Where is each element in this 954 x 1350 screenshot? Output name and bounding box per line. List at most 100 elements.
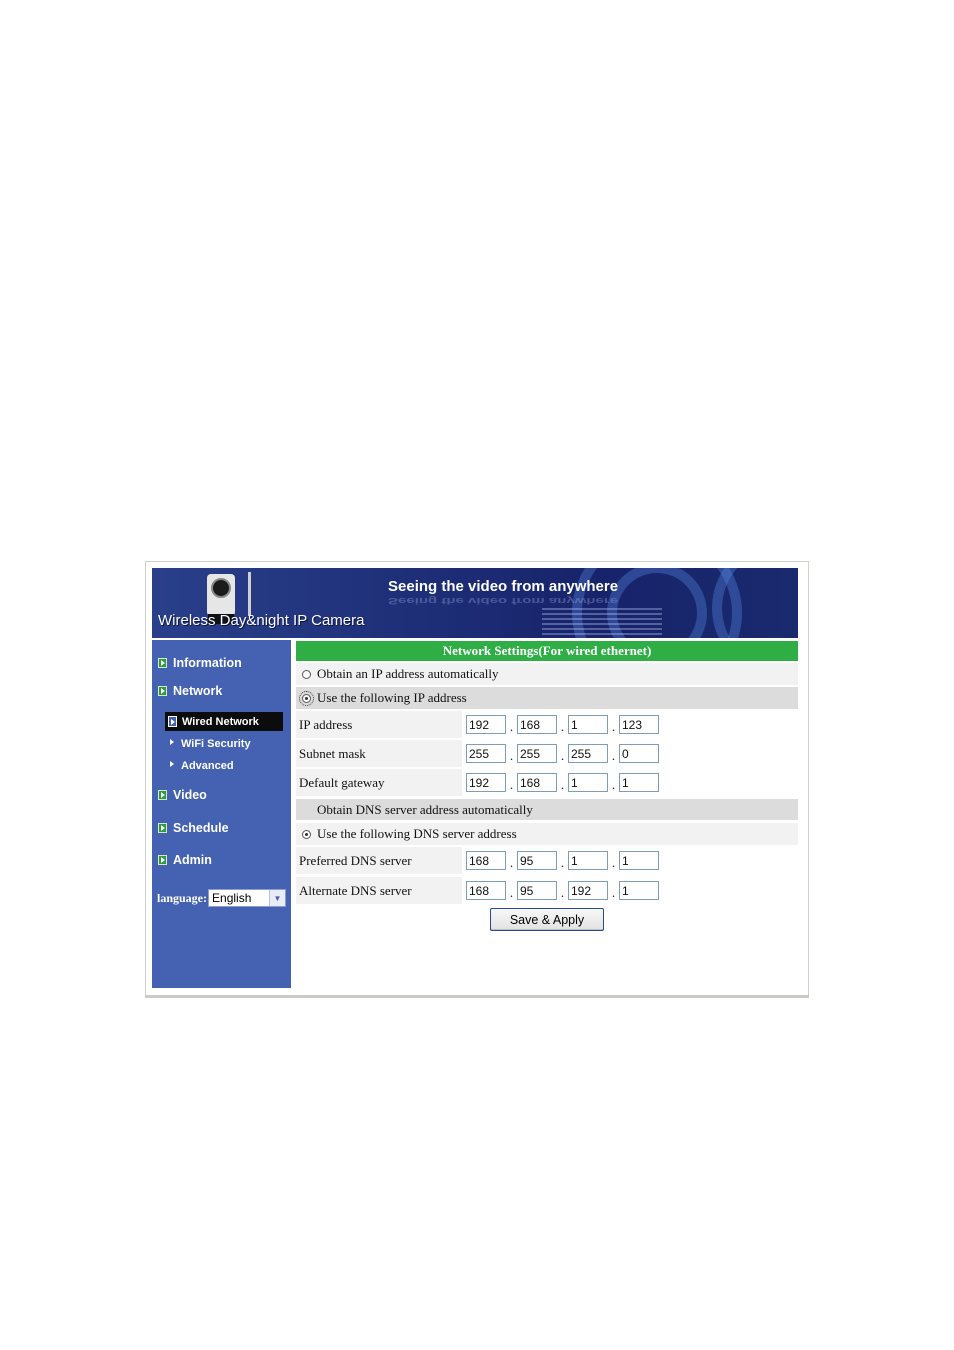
save-row: Save & Apply xyxy=(296,908,798,931)
language-select[interactable]: English ▼ xyxy=(208,889,287,907)
frame-bottom-edge xyxy=(145,995,809,998)
preferred-dns-field-group: 168. 95. 1. 1 xyxy=(462,847,798,874)
default-gateway-row: Default gateway 192. 168. 1. 1 xyxy=(296,769,798,796)
sidebar-item-label: Admin xyxy=(173,853,212,867)
ip-address-row: IP address 192. 168. 1. 123 xyxy=(296,711,798,738)
subnet-mask-octet-2[interactable]: 255 xyxy=(517,744,557,763)
ip-manual-row: Use the following IP address xyxy=(296,687,798,709)
ip-address-octet-4[interactable]: 123 xyxy=(619,715,659,734)
subnet-mask-octet-1[interactable]: 255 xyxy=(466,744,506,763)
play-arrow-icon xyxy=(158,823,167,833)
subnet-mask-row: Subnet mask 255. 255. 255. 0 xyxy=(296,740,798,767)
subnet-mask-label: Subnet mask xyxy=(296,740,462,767)
dot-separator: . xyxy=(560,748,565,763)
sidebar-item-video[interactable]: Video xyxy=(158,786,207,804)
dns-auto-row: Obtain DNS server address automatically xyxy=(296,799,798,820)
default-gateway-octet-2[interactable]: 168 xyxy=(517,773,557,792)
sidebar-subitem-label: Wired Network xyxy=(182,715,259,728)
sidebar-subitem-label: Advanced xyxy=(181,760,234,772)
subnet-mask-field-group: 255. 255. 255. 0 xyxy=(462,740,798,767)
sidebar-item-label: Schedule xyxy=(173,821,229,835)
banner-ring-decoration xyxy=(712,568,798,638)
language-selected-value: English xyxy=(212,891,252,905)
camera-lens-icon xyxy=(211,578,231,598)
sidebar-subitem-label: WiFi Security xyxy=(181,738,251,750)
dns-manual-radio[interactable] xyxy=(302,829,311,839)
alternate-dns-octet-2[interactable]: 95 xyxy=(517,881,557,900)
preferred-dns-octet-4[interactable]: 1 xyxy=(619,851,659,870)
subnet-mask-octet-4[interactable]: 0 xyxy=(619,744,659,763)
dot-separator: . xyxy=(509,777,514,792)
ip-auto-label: Obtain an IP address automatically xyxy=(317,666,499,681)
default-gateway-octet-3[interactable]: 1 xyxy=(568,773,608,792)
play-arrow-icon xyxy=(168,716,177,727)
ip-address-field-group: 192. 168. 1. 123 xyxy=(462,711,798,738)
ip-address-octet-2[interactable]: 168 xyxy=(517,715,557,734)
dot-separator: . xyxy=(611,855,616,870)
sidebar-item-label: Video xyxy=(173,788,207,802)
sidebar-item-label: Network xyxy=(173,684,223,698)
language-row: language: English ▼ xyxy=(157,889,287,907)
play-arrow-icon xyxy=(158,658,167,668)
alternate-dns-row: Alternate DNS server 168. 95. 192. 1 xyxy=(296,877,798,904)
dot-separator: . xyxy=(611,748,616,763)
ip-auto-row: Obtain an IP address automatically xyxy=(296,663,798,685)
dot-separator: . xyxy=(509,719,514,734)
default-gateway-octet-4[interactable]: 1 xyxy=(619,773,659,792)
ip-address-label: IP address xyxy=(296,711,462,738)
alternate-dns-label: Alternate DNS server xyxy=(296,877,462,904)
preferred-dns-octet-1[interactable]: 168 xyxy=(466,851,506,870)
header-banner: Seeing the video from anywhere Seeing th… xyxy=(152,568,798,638)
dot-separator: . xyxy=(611,719,616,734)
camera-antenna xyxy=(248,572,251,616)
section-title: Network Settings(For wired ethernet) xyxy=(296,641,798,661)
ip-auto-radio[interactable] xyxy=(302,669,311,679)
play-arrow-icon xyxy=(158,855,167,865)
sidebar-item-information[interactable]: Information xyxy=(158,654,242,672)
play-arrow-icon xyxy=(158,686,167,696)
banner-tagline: Seeing the video from anywhere xyxy=(388,578,619,595)
sidebar-subitem-advanced[interactable]: Advanced xyxy=(170,758,234,774)
arrow-right-icon xyxy=(170,739,174,745)
play-arrow-icon xyxy=(158,790,167,800)
sidebar-subitem-wifi-security[interactable]: WiFi Security xyxy=(170,736,251,752)
banner-title: Wireless Day&night IP Camera xyxy=(158,612,365,629)
ip-manual-radio[interactable] xyxy=(299,690,314,706)
dot-separator: . xyxy=(509,855,514,870)
sidebar-subitem-wired-network[interactable]: Wired Network xyxy=(165,712,283,731)
alternate-dns-octet-3[interactable]: 192 xyxy=(568,881,608,900)
subnet-mask-octet-3[interactable]: 255 xyxy=(568,744,608,763)
ip-manual-label: Use the following IP address xyxy=(317,690,467,705)
preferred-dns-row: Preferred DNS server 168. 95. 1. 1 xyxy=(296,847,798,874)
preferred-dns-octet-3[interactable]: 1 xyxy=(568,851,608,870)
dot-separator: . xyxy=(611,777,616,792)
save-apply-button[interactable]: Save & Apply xyxy=(490,908,604,931)
sidebar-item-network[interactable]: Network xyxy=(158,682,222,700)
dot-separator: . xyxy=(560,719,565,734)
ip-address-octet-1[interactable]: 192 xyxy=(466,715,506,734)
dns-auto-label: Obtain DNS server address automatically xyxy=(317,801,533,817)
alternate-dns-octet-4[interactable]: 1 xyxy=(619,881,659,900)
ip-address-octet-3[interactable]: 1 xyxy=(568,715,608,734)
dns-manual-label: Use the following DNS server address xyxy=(317,826,517,841)
default-gateway-field-group: 192. 168. 1. 1 xyxy=(462,769,798,796)
arrow-right-icon xyxy=(170,761,174,767)
dot-separator: . xyxy=(560,885,565,900)
dot-separator: . xyxy=(560,855,565,870)
sidebar-item-label: Information xyxy=(173,656,242,670)
chevron-down-icon: ▼ xyxy=(273,893,282,903)
dot-separator: . xyxy=(560,777,565,792)
language-label: language: xyxy=(157,890,208,905)
alternate-dns-octet-1[interactable]: 168 xyxy=(466,881,506,900)
sidebar-item-schedule[interactable]: Schedule xyxy=(158,819,229,837)
default-gateway-octet-1[interactable]: 192 xyxy=(466,773,506,792)
default-gateway-label: Default gateway xyxy=(296,769,462,796)
sidebar-item-admin[interactable]: Admin xyxy=(158,851,212,869)
dropdown-arrow-box[interactable]: ▼ xyxy=(269,890,286,906)
banner-text-decoration xyxy=(542,608,662,638)
banner-tagline-reflection: Seeing the video from anywhere xyxy=(388,595,619,606)
preferred-dns-octet-2[interactable]: 95 xyxy=(517,851,557,870)
alternate-dns-field-group: 168. 95. 192. 1 xyxy=(462,877,798,904)
dot-separator: . xyxy=(509,885,514,900)
dot-separator: . xyxy=(611,885,616,900)
